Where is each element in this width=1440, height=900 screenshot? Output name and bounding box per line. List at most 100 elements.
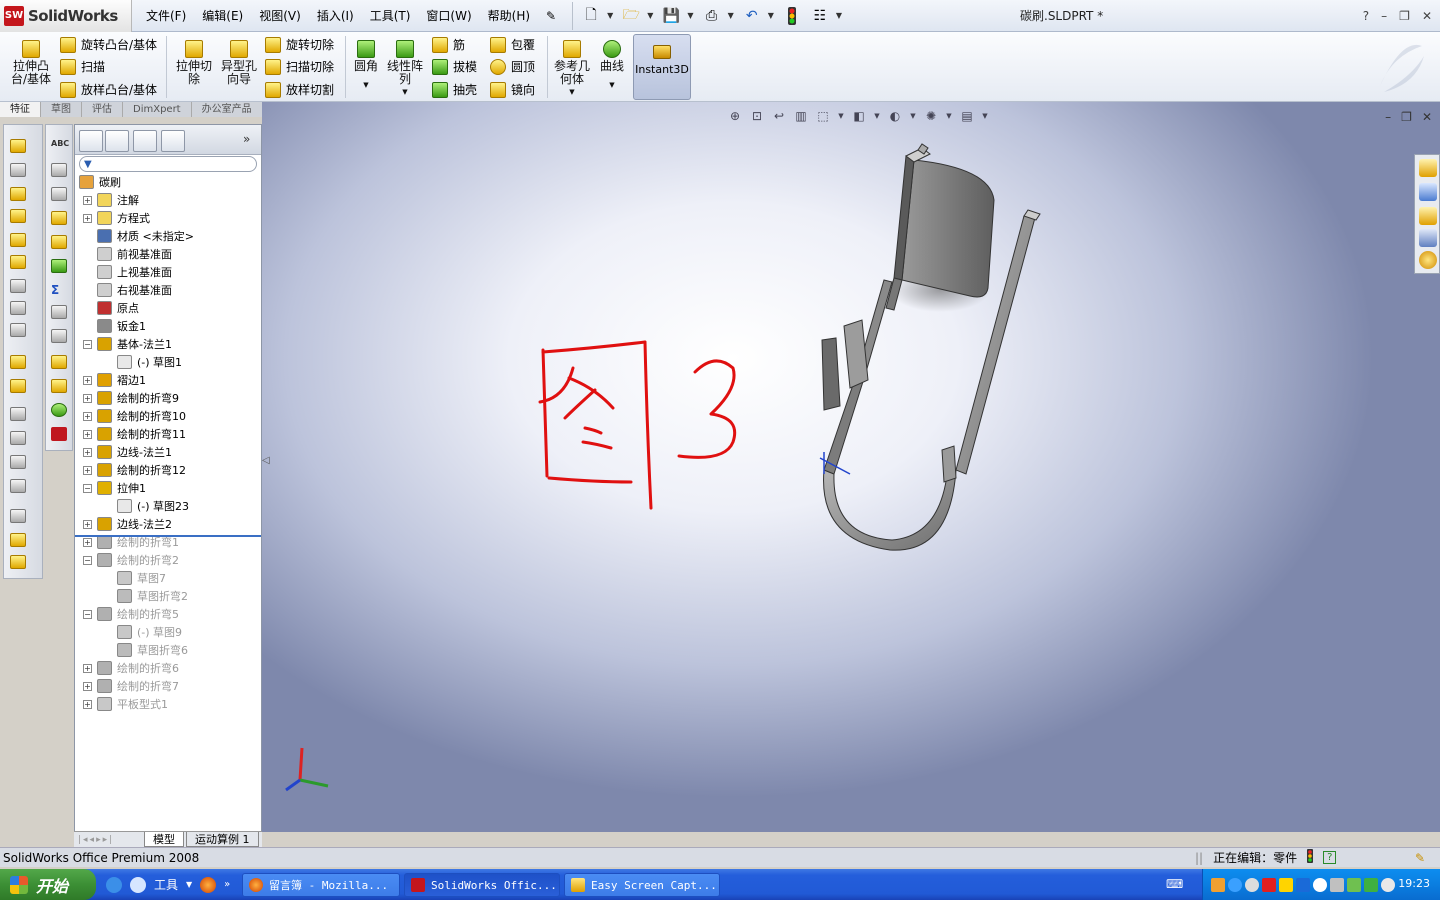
help-icon[interactable]: ? [1363,0,1369,32]
unfold-tool-icon[interactable] [10,431,26,445]
instant3d-toggle[interactable]: Instant3D [633,34,691,100]
expand-icon[interactable]: + [83,663,92,673]
undo-dropdown-icon[interactable]: ▼ [768,11,774,20]
tree-item[interactable]: 上视基准面 [75,263,261,281]
expand-icon[interactable]: + [83,537,92,547]
flatten-tool-icon[interactable] [10,301,26,315]
check-icon[interactable] [51,235,67,249]
cut-extrude-tool-icon[interactable] [10,379,26,393]
tree-item[interactable]: + 绘制的折弯10 [75,407,261,425]
options-dropdown-icon[interactable]: ▼ [836,11,842,20]
draftxpert-icon[interactable] [51,379,67,393]
dimxpert-manager-icon[interactable] [161,130,185,152]
expand-icon[interactable]: + [83,699,92,709]
tools-dropdown-icon[interactable]: ▼ [186,880,192,889]
view-palette-icon[interactable] [1419,229,1437,247]
corner-tool-icon[interactable] [10,533,26,547]
tree-item[interactable]: − 绘制的折弯5 [75,605,261,623]
view-settings-dropdown-icon[interactable]: ▼ [981,108,989,124]
expand-icon[interactable]: + [83,393,92,403]
jog-tool-icon[interactable] [10,509,26,523]
expand-panel-icon[interactable]: » [243,132,250,146]
expand-icon[interactable]: + [83,681,92,691]
view-orientation-icon[interactable]: ⬚ [815,108,831,124]
tree-item[interactable]: + 绘制的折弯7 [75,677,261,695]
section-properties-icon[interactable] [51,211,67,225]
pattern-dropdown-icon[interactable]: ▼ [385,86,425,99]
draft-button[interactable]: 拔模 [432,58,477,75]
tree-item[interactable]: + 褶边1 [75,371,261,389]
collapse-icon[interactable]: − [83,483,92,493]
tree-item[interactable]: − 绘制的折弯2 [75,551,261,569]
collapse-icon[interactable]: − [83,609,92,619]
tree-item[interactable]: (-) 草图9 [75,623,261,641]
extrude-boss-button[interactable]: 拉伸凸台/基体 [8,38,54,86]
sweep-button[interactable]: 扫描 [60,58,105,75]
tree-item[interactable]: 材质 <未指定> [75,227,261,245]
tray-battery-icon[interactable] [1347,877,1361,892]
curves-button[interactable]: 曲线 ▼ [596,38,628,92]
rollback-bar[interactable] [75,535,261,537]
tree-item[interactable]: − 基体-法兰1 [75,335,261,353]
tab-office-products[interactable]: 办公室产品 [191,102,263,117]
property-manager-icon[interactable] [105,130,129,152]
tree-filter-input[interactable]: ▼ [79,156,257,172]
new-dropdown-icon[interactable]: ▼ [607,11,613,20]
firefox-icon[interactable] [200,876,217,893]
tree-item[interactable]: − 拉伸1 [75,479,261,497]
tree-item[interactable]: 前视基准面 [75,245,261,263]
menu-window[interactable]: 窗口(W) [418,0,479,32]
reference-geometry-button[interactable]: 参考几何体 ▼ [552,38,592,99]
appearances-icon[interactable] [1419,251,1437,269]
revolve-tool-icon[interactable] [10,163,26,177]
tab-model[interactable]: 模型 [144,832,184,847]
no-bends-tool-icon[interactable] [10,323,26,337]
display-style-dropdown-icon[interactable]: ▼ [873,108,881,124]
view-orientation-dropdown-icon[interactable]: ▼ [837,108,845,124]
deviation-analysis-icon[interactable] [51,305,67,319]
tray-app-icon[interactable] [1211,877,1225,892]
design-library-icon[interactable] [1419,183,1437,201]
hide-show-dropdown-icon[interactable]: ▼ [909,108,917,124]
pin-icon[interactable]: ✎ [538,0,564,32]
tree-item[interactable]: + 边线-法兰1 [75,443,261,461]
tab-dimxpert[interactable]: DimXpert [123,102,192,117]
rib-button[interactable]: 筋 [432,36,465,53]
doc-close-button[interactable]: ✕ [1422,110,1432,124]
start-button[interactable]: 开始 [0,869,96,900]
configuration-manager-icon[interactable] [133,130,157,152]
save-icon[interactable]: 💾 [659,5,683,27]
fold-tool-icon[interactable] [10,455,26,469]
tree-item[interactable]: 右视基准面 [75,281,261,299]
curves-dropdown-icon[interactable]: ▼ [596,79,628,92]
tree-item[interactable]: (-) 草图1 [75,353,261,371]
design-table-icon[interactable] [51,329,67,343]
show-desktop-icon[interactable] [130,876,146,893]
sketched-bend-tool-icon[interactable] [10,279,26,293]
featuremanager-tree-icon[interactable] [79,130,103,152]
save-dropdown-icon[interactable]: ▼ [687,11,693,20]
taskbar-item-screen-capture[interactable]: Easy Screen Capt... [564,873,720,897]
display-style-icon[interactable]: ◧ [851,108,867,124]
open-folder-icon[interactable]: 🗁 [619,5,643,27]
tree-item[interactable]: + 绘制的折弯9 [75,389,261,407]
rip-tool-icon[interactable] [10,479,26,493]
tree-item[interactable]: + 注解 [75,191,261,209]
tray-tool-icon[interactable] [1330,877,1344,892]
equations-icon[interactable]: Σ [51,283,67,297]
tab-evaluate[interactable]: 评估 [82,102,123,117]
solidworks-logo[interactable]: SW SolidWorks [0,0,132,32]
menu-edit[interactable]: 编辑(E) [194,0,251,32]
minimize-button[interactable]: – [1381,0,1387,32]
taskbar-item-solidworks[interactable]: SolidWorks Offic... [404,873,560,897]
expand-icon[interactable]: + [83,195,92,205]
extruded-cut-tool-icon[interactable] [10,355,26,369]
loft-cut-button[interactable]: 放样切割 [265,81,334,98]
tray-warning-icon[interactable] [1279,877,1293,892]
closed-corner-tool-icon[interactable] [10,555,26,569]
sweep-cut-button[interactable]: 扫描切除 [265,58,334,75]
panel-splitter-handle[interactable]: ◁ [262,455,270,481]
quick-tips-icon[interactable]: ✎ [1415,851,1425,865]
spelling-icon[interactable]: ABC [51,139,69,153]
loft-boss-button[interactable]: 放样凸台/基体 [60,81,157,98]
